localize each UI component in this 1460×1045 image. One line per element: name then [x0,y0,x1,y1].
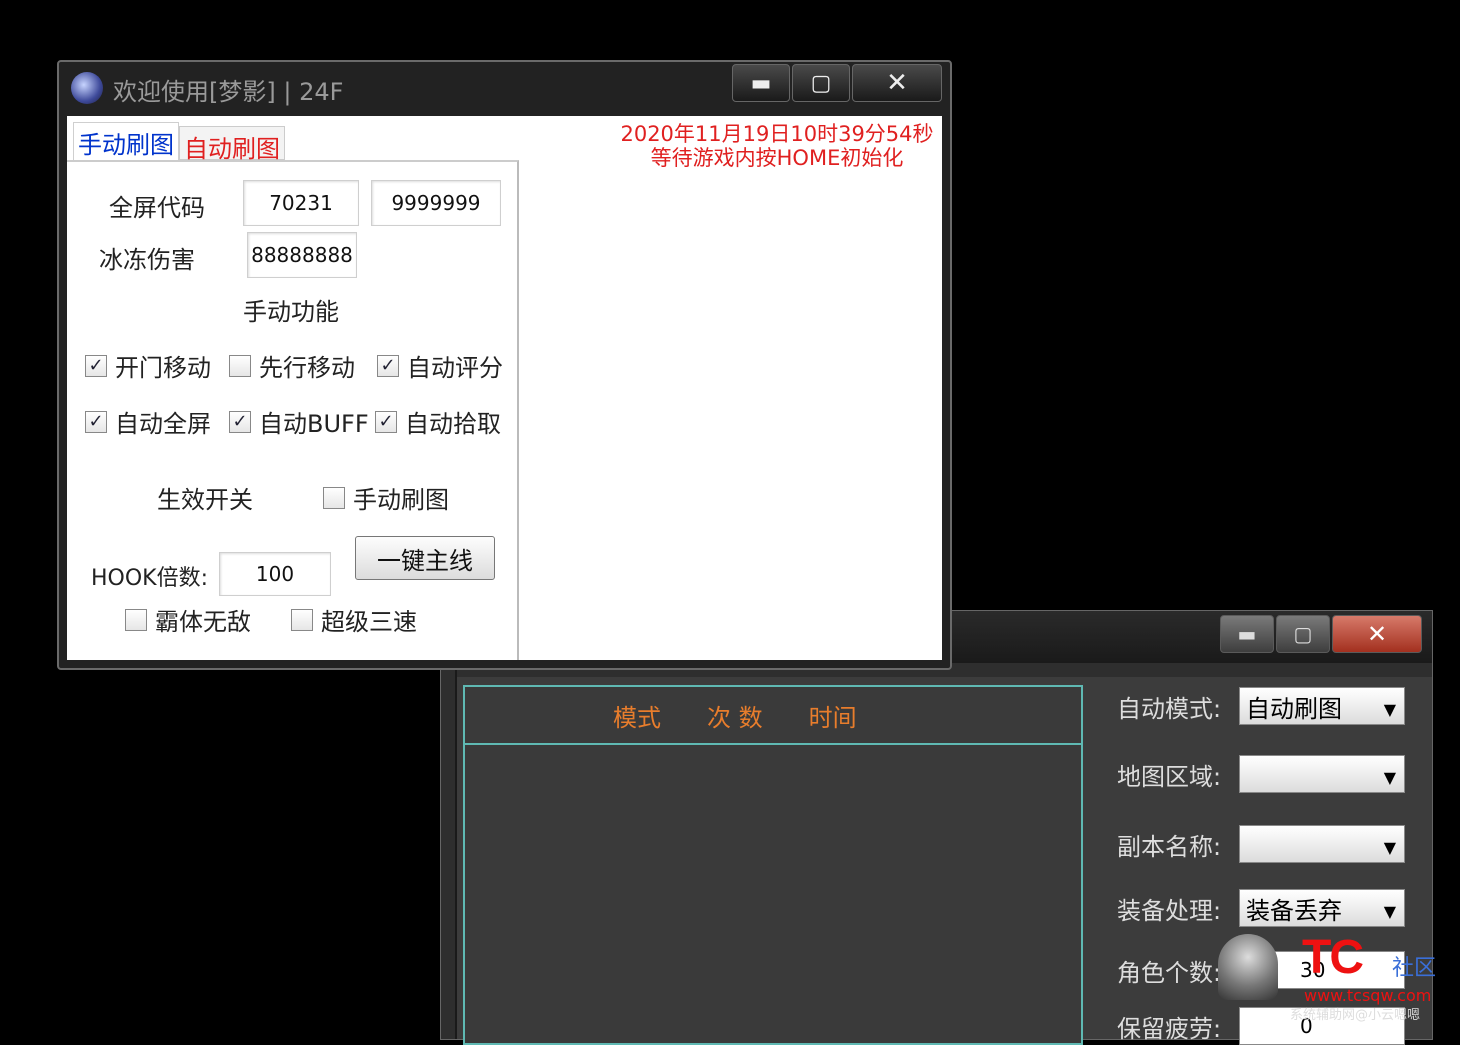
checkbox-label: 自动评分 [407,354,503,382]
mascot-icon [1218,934,1278,1000]
maximize-button[interactable]: ▢ [1276,615,1330,653]
tab-strip: 手动刷图 自动刷图 [73,122,285,163]
watermark: TC 社区 www.tcsqw.com 系统辅助网@小云嗯嗯 [1212,930,1460,1024]
watermark-logo: TC [1302,931,1364,984]
manual-functions-heading: 手动功能 [243,298,339,326]
dungeon-name-row: 副本名称: ▼ [1117,825,1405,863]
hook-multiplier-input[interactable]: 100 [219,552,331,596]
window-title: 欢迎使用[梦影] | 24F [113,78,344,106]
map-region-select[interactable]: ▼ [1239,755,1405,793]
checkbox-box[interactable]: ✓ [85,410,107,433]
equipment-handling-value: 装备丢弃 [1246,896,1342,925]
equipment-handling-row: 装备处理: 装备丢弃 ▼ [1117,889,1405,927]
checkbox-triple-speed[interactable]: 超级三速 [291,602,417,637]
chevron-down-icon: ▼ [1383,838,1396,857]
checkbox-box[interactable]: ✓ [85,354,107,377]
checkbox-label: 开门移动 [115,354,211,382]
column-time[interactable]: 时间 [809,698,857,733]
map-region-label: 地图区域: [1117,762,1222,791]
checkbox-box[interactable]: ✓ [375,410,397,433]
chevron-down-icon: ▼ [1383,768,1396,787]
main-quest-button[interactable]: 一键主线 [355,536,495,580]
list-header: 模式 次 数 时间 [465,687,1081,745]
checkbox-auto-buff[interactable]: ✓ 自动BUFF [229,404,369,439]
fullscreen-code-label: 全屏代码 [109,194,205,222]
equipment-handling-select[interactable]: 装备丢弃 ▼ [1239,889,1405,927]
close-button[interactable]: ✕ [852,64,942,102]
close-button[interactable]: ✕ [1332,615,1422,653]
checkbox-label: 手动刷图 [353,486,449,514]
checkbox-door-move[interactable]: ✓ 开门移动 [85,348,211,383]
watermark-url: www.tcsqw.com [1304,986,1432,1005]
checkbox-advance-move[interactable]: 先行移动 [229,348,355,383]
checkbox-invincible[interactable]: 霸体无敌 [125,602,251,637]
checkbox-manual-brush[interactable]: 手动刷图 [323,480,449,515]
chevron-down-icon: ▼ [1383,902,1396,921]
checkbox-label: 自动全屏 [115,410,211,438]
minimize-button[interactable]: ▬ [1220,615,1274,653]
main-client-area: 手动刷图 自动刷图 2020年11月19日10时39分54秒 等待游戏内按HOM… [67,116,942,660]
checkbox-auto-rating[interactable]: ✓ 自动评分 [377,348,503,383]
manual-panel: 全屏代码 70231 9999999 冰冻伤害 88888888 手动功能 ✓ … [67,160,519,660]
checkbox-box[interactable] [291,608,313,631]
checkbox-label: 自动BUFF [259,410,369,438]
checkbox-label: 霸体无敌 [155,608,251,636]
checkbox-auto-fullscreen[interactable]: ✓ 自动全屏 [85,404,211,439]
fullscreen-code-input-1[interactable]: 70231 [243,180,359,226]
main-window: 欢迎使用[梦影] | 24F ▬ ▢ ✕ 手动刷图 自动刷图 2020年11月1… [57,60,952,670]
checkbox-box[interactable] [323,486,345,509]
auto-mode-value: 自动刷图 [1246,694,1342,723]
maximize-button[interactable]: ▢ [792,64,850,102]
fullscreen-code-input-2[interactable]: 9999999 [371,180,501,226]
checkbox-auto-pickup[interactable]: ✓ 自动拾取 [375,404,501,439]
checkbox-label: 自动拾取 [405,410,501,438]
dungeon-name-select[interactable]: ▼ [1239,825,1405,863]
map-region-row: 地图区域: ▼ [1117,755,1405,793]
status-hint: 等待游戏内按HOME初始化 [650,146,904,170]
checkbox-box[interactable] [229,354,251,377]
chevron-down-icon: ▼ [1383,700,1396,719]
auto-mode-select[interactable]: 自动刷图 ▼ [1239,687,1405,725]
watermark-tag: 社区 [1392,956,1437,981]
hook-multiplier-label: HOOK倍数: [91,566,209,591]
checkbox-box[interactable]: ✓ [229,410,251,433]
main-window-titlebar[interactable]: 欢迎使用[梦影] | 24F ▬ ▢ ✕ [59,62,950,116]
window-frame-left [441,663,457,1039]
column-mode[interactable]: 模式 [613,698,661,733]
dungeon-name-label: 副本名称: [1117,832,1222,861]
freeze-damage-label: 冰冻伤害 [99,246,195,274]
tab-auto-brush[interactable]: 自动刷图 [179,126,285,163]
equipment-handling-label: 装备处理: [1117,896,1222,925]
checkbox-box[interactable]: ✓ [377,354,399,377]
run-log-list[interactable]: 模式 次 数 时间 [463,685,1083,1045]
auto-mode-label: 自动模式: [1117,694,1222,723]
checkbox-label: 先行移动 [259,354,355,382]
checkbox-label: 超级三速 [321,608,417,636]
status-timestamp: 2020年11月19日10时39分54秒 [620,122,934,146]
status-message: 2020年11月19日10时39分54秒 等待游戏内按HOME初始化 [587,122,967,170]
checkbox-box[interactable] [125,608,147,631]
effect-switch-label: 生效开关 [157,486,253,514]
auto-mode-row: 自动模式: 自动刷图 ▼ [1117,687,1405,725]
minimize-button[interactable]: ▬ [732,64,790,102]
app-logo-icon [71,72,103,104]
watermark-credit: 系统辅助网@小云嗯嗯 [1290,1008,1421,1023]
column-count[interactable]: 次 数 [707,698,763,733]
freeze-damage-input[interactable]: 88888888 [247,232,357,278]
tab-manual-brush[interactable]: 手动刷图 [73,122,179,162]
